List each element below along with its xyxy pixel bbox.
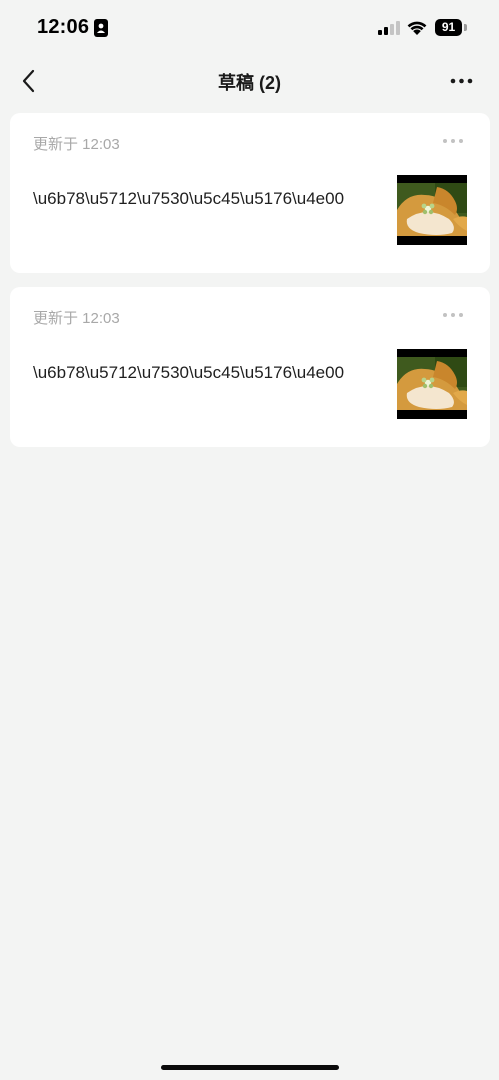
drafts-screen: 12:06 91 草稿 (2) 更新于 12:03 \u6b78\u5712\u… (0, 0, 499, 1080)
draft-list: 更新于 12:03 \u6b78\u5712\u7530\u5c45\u5176… (10, 113, 490, 461)
draft-card[interactable]: 更新于 12:03 \u6b78\u5712\u7530\u5c45\u5176… (10, 287, 490, 447)
home-indicator[interactable] (161, 1065, 339, 1070)
draft-more-button[interactable] (440, 133, 466, 149)
draft-updated-time: 更新于 12:03 (33, 136, 120, 153)
draft-thumbnail (397, 349, 467, 419)
draft-text: \u6b78\u5712\u7530\u5c45\u5176\u4e00 (33, 363, 345, 382)
page-title: 草稿 (2) (218, 73, 281, 93)
draft-text: \u6b78\u5712\u7530\u5c45\u5176\u4e00 (33, 189, 345, 208)
flower-photo (397, 175, 467, 245)
wifi-icon (407, 21, 427, 35)
battery-icon: 91 (435, 19, 468, 36)
more-horizontal-icon (443, 313, 463, 317)
more-horizontal-icon (443, 139, 463, 143)
draft-more-button[interactable] (440, 307, 466, 323)
flower-photo (397, 349, 467, 419)
more-options-button[interactable] (447, 68, 477, 94)
draft-card[interactable]: 更新于 12:03 \u6b78\u5712\u7530\u5c45\u5176… (10, 113, 490, 273)
status-time: 12:06 (37, 16, 90, 38)
more-horizontal-icon (450, 78, 473, 84)
battery-tip (464, 24, 467, 31)
draft-thumbnail (397, 175, 467, 245)
id-card-icon (94, 19, 108, 37)
draft-updated-time: 更新于 12:03 (33, 310, 120, 327)
battery-level: 91 (435, 19, 462, 36)
status-bar: 12:06 91 (0, 0, 499, 56)
nav-bar: 草稿 (2) (0, 56, 499, 106)
signal-icon (378, 21, 400, 35)
